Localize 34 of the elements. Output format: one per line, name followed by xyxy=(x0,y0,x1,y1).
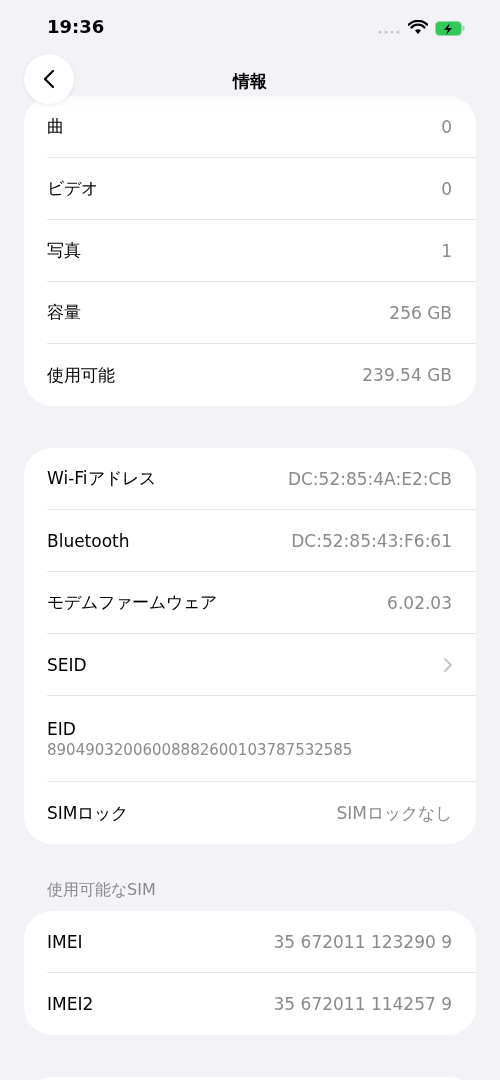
row-label: 曲 xyxy=(47,115,64,138)
row-value: 0 xyxy=(441,116,452,137)
row-value: 0 xyxy=(441,178,452,199)
list-item[interactable]: SEID xyxy=(47,634,476,696)
row-label: モデムファームウェア xyxy=(47,591,217,614)
row-value: SIMロックなし xyxy=(336,801,452,825)
row-value: 35 672011 123290 9 xyxy=(273,931,452,952)
row-label: ビデオ xyxy=(47,177,98,200)
row-label: 使用可能 xyxy=(47,363,115,387)
row-label: Bluetooth xyxy=(47,530,130,551)
back-button[interactable] xyxy=(24,54,74,104)
battery-icon xyxy=(435,21,465,36)
row-label: SIMロック xyxy=(47,801,129,825)
row-value: 1 xyxy=(441,240,452,261)
signal-icon xyxy=(378,30,400,34)
row-value: 239.54 GB xyxy=(362,365,452,385)
row-value: 6.02.03 xyxy=(387,592,452,613)
row-label: Wi-Fiアドレス xyxy=(47,467,156,490)
page-title: 情報 xyxy=(231,70,268,93)
row-value: 89049032006008882600103787532585 xyxy=(47,740,353,759)
back-icon xyxy=(43,69,55,89)
section-header: 使用可能なSIM xyxy=(46,880,157,901)
status-time: 19:36 xyxy=(47,16,105,37)
row-label: 容量 xyxy=(47,301,81,324)
wifi-icon xyxy=(408,20,428,35)
row-label: IMEI xyxy=(47,931,83,952)
row-value: 256 GB xyxy=(389,302,452,323)
row-value: 35 672011 114257 9 xyxy=(273,994,452,1014)
row-label: EID xyxy=(47,718,76,739)
chevron-icon xyxy=(444,657,452,672)
row-label: 写真 xyxy=(47,239,81,262)
row-value: DC:52:85:4A:E2:CB xyxy=(287,468,452,489)
row-label: IMEI2 xyxy=(47,994,94,1014)
row-value: DC:52:85:43:F6:61 xyxy=(291,530,452,551)
